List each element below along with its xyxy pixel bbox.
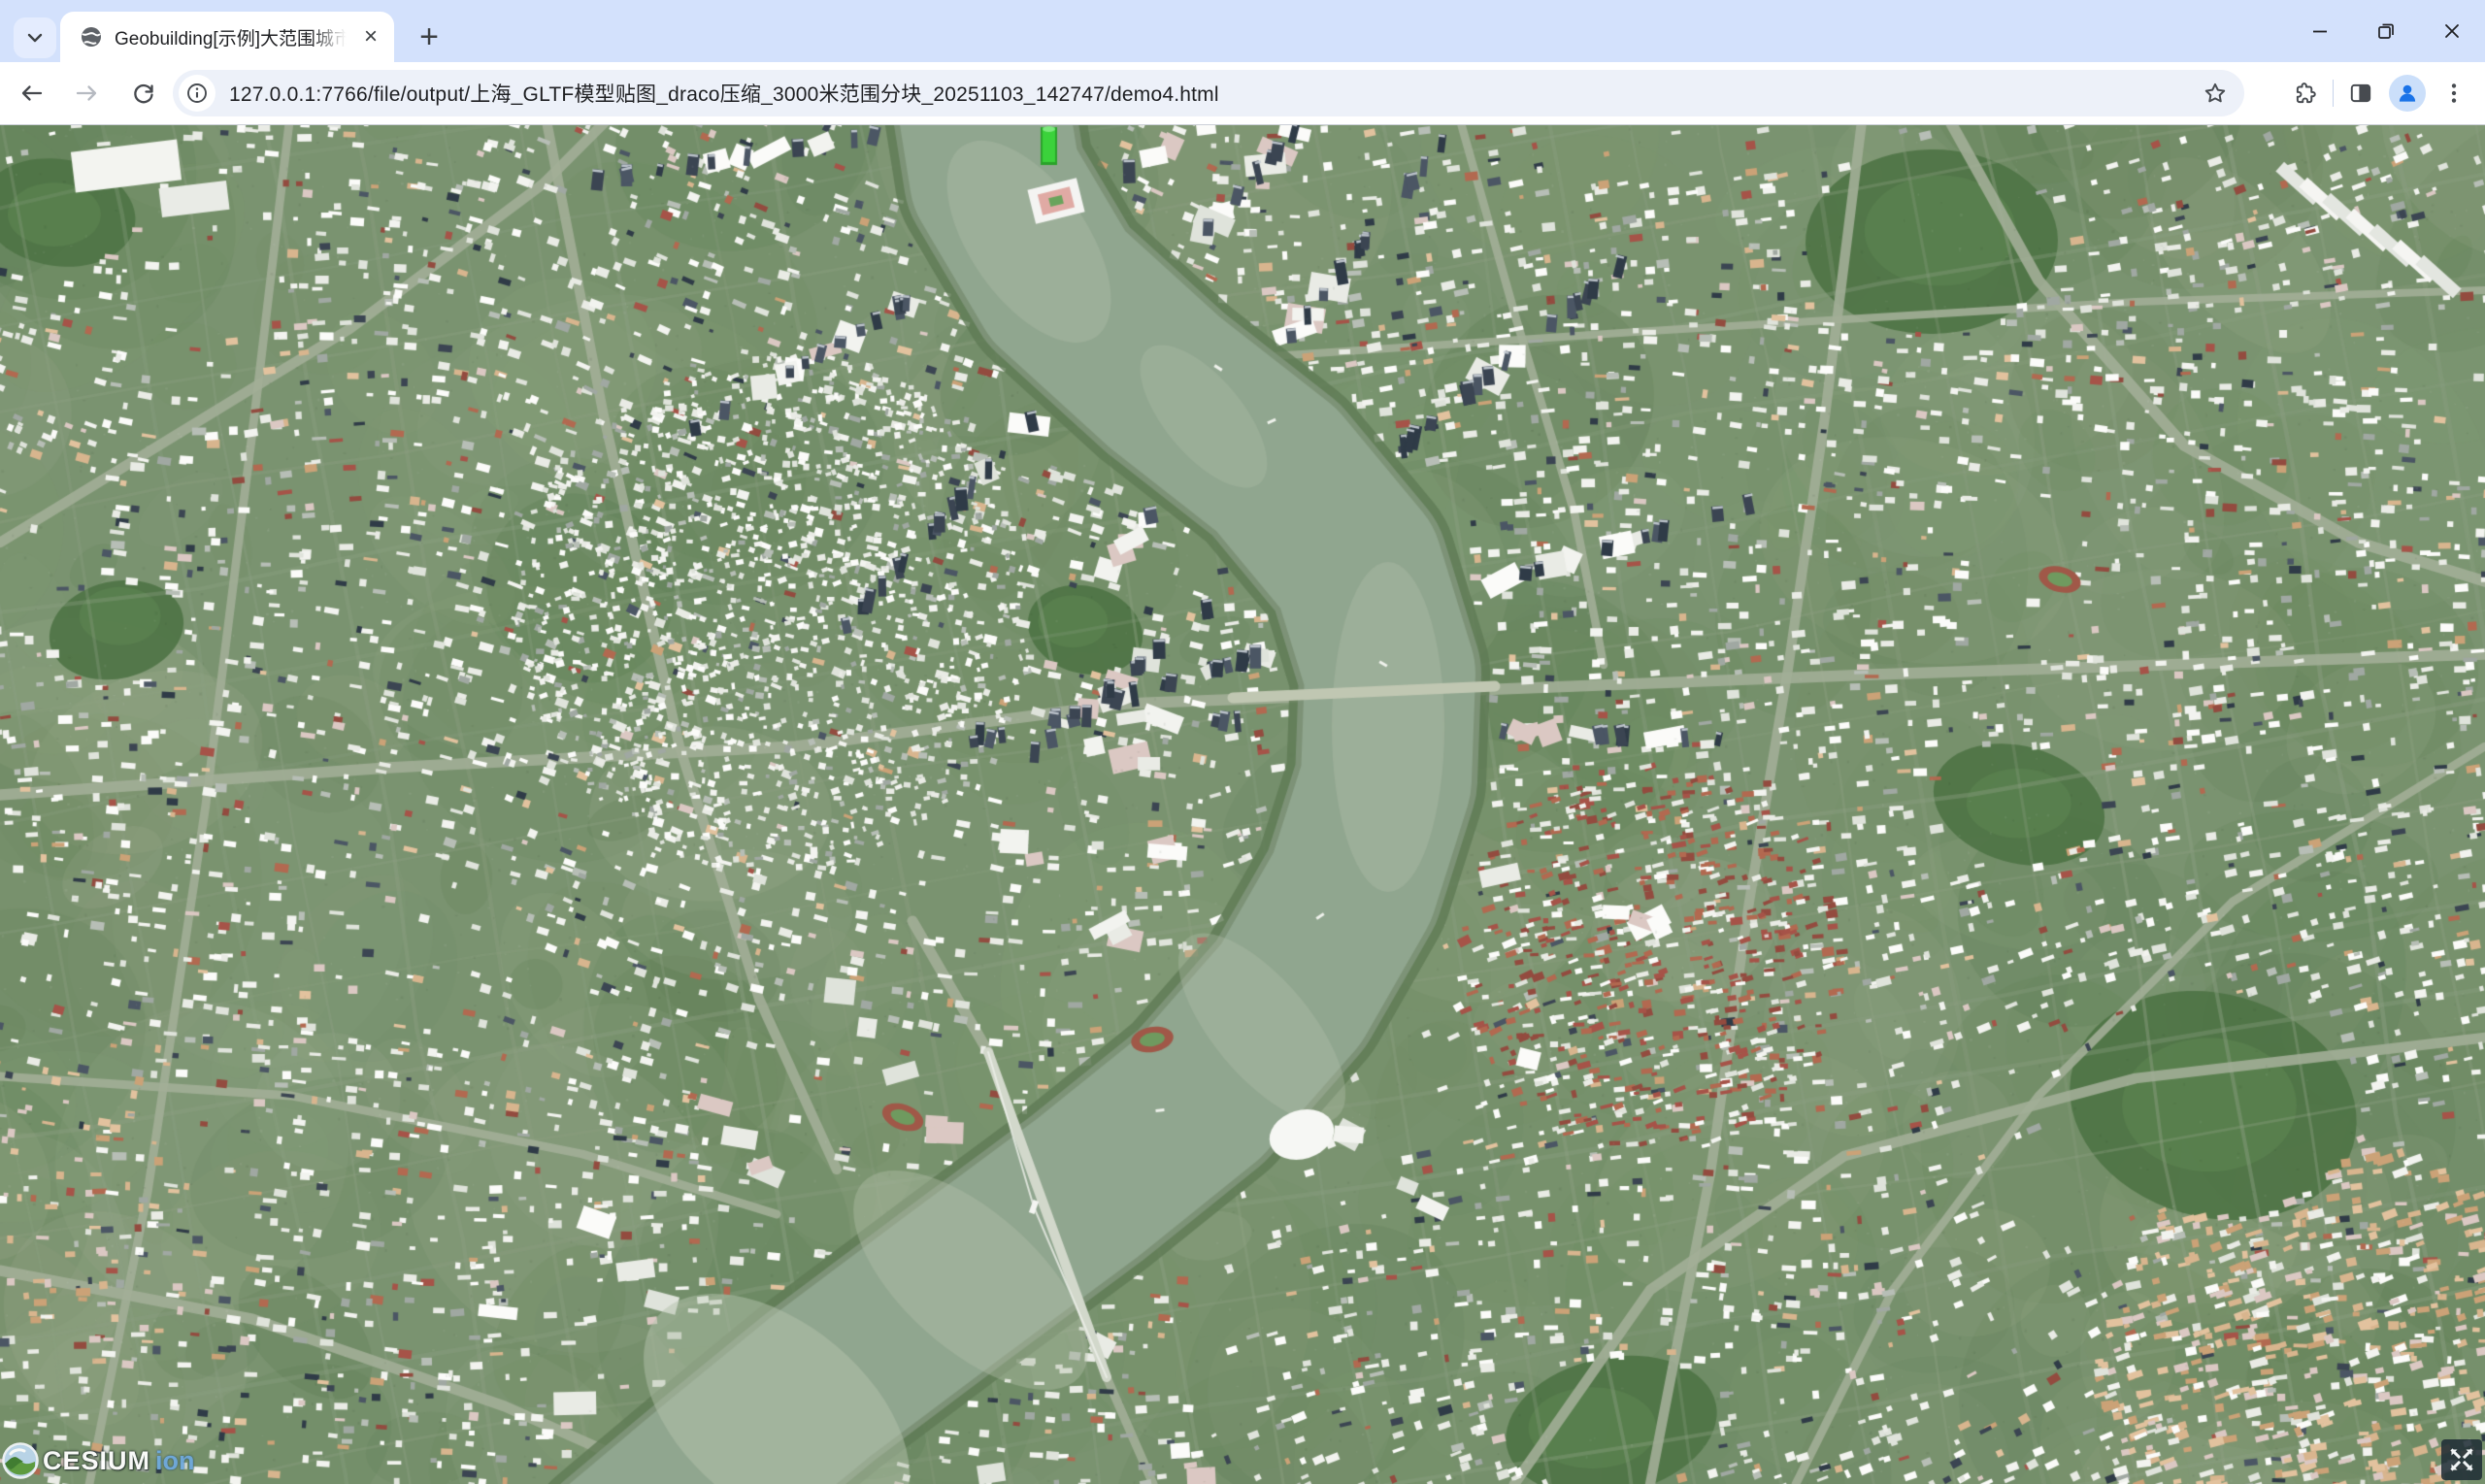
close-window-button[interactable] [2419, 0, 2485, 62]
url-text[interactable]: 127.0.0.1:7766/file/output/上海_GLTF模型贴图_d… [229, 79, 2196, 108]
three-dot-menu-icon [2441, 81, 2467, 106]
restore-icon [2374, 19, 2398, 43]
reload-button[interactable] [118, 68, 169, 118]
chevron-down-icon [23, 26, 47, 49]
person-icon [2395, 81, 2420, 106]
profile-button[interactable] [2384, 70, 2431, 116]
browser-window: Geobuilding[示例]大范围城市模 × + [0, 0, 2485, 1483]
tab-strip: Geobuilding[示例]大范围城市模 × + [0, 0, 2485, 62]
new-tab-button[interactable]: + [408, 16, 450, 58]
toolbar-right [2282, 70, 2477, 116]
cesium-wordmark: CESIUM [43, 1446, 150, 1476]
window-controls [2287, 0, 2485, 62]
bookmark-star-icon [2203, 81, 2228, 106]
fullscreen-button[interactable] [2441, 1439, 2482, 1480]
globe-favicon-icon [80, 25, 103, 49]
fullscreen-expand-icon [2447, 1445, 2476, 1474]
forward-button[interactable] [62, 68, 113, 118]
cesium-ion-logo[interactable]: CESIUM ion [2, 1442, 195, 1479]
cesium-globe-icon [2, 1442, 39, 1479]
tab-close-button[interactable]: × [357, 23, 384, 50]
window-close-icon [2440, 19, 2464, 43]
tab-title: Geobuilding[示例]大范围城市模 [115, 24, 353, 50]
address-bar[interactable]: 127.0.0.1:7766/file/output/上海_GLTF模型贴图_d… [173, 70, 2244, 116]
bookmark-button[interactable] [2196, 74, 2235, 113]
toolbar-separator [2333, 80, 2334, 107]
viewer-content: CESIUM ion [0, 124, 2485, 1483]
forward-icon [74, 80, 101, 107]
map-viewport[interactable] [0, 125, 2485, 1484]
extensions-puzzle-icon [2293, 81, 2318, 106]
minimize-button[interactable] [2287, 0, 2353, 62]
back-button[interactable] [6, 68, 56, 118]
site-info-button[interactable] [179, 75, 215, 112]
tab-search-button[interactable] [14, 17, 56, 58]
restore-button[interactable] [2353, 0, 2419, 62]
ion-wordmark: ion [155, 1446, 195, 1476]
active-tab[interactable]: Geobuilding[示例]大范围城市模 × [60, 12, 394, 62]
info-icon [185, 82, 209, 105]
reload-icon [130, 80, 157, 107]
minimize-icon [2308, 19, 2332, 43]
menu-button[interactable] [2431, 70, 2477, 116]
extensions-button[interactable] [2282, 70, 2329, 116]
side-panel-icon [2348, 81, 2373, 106]
browser-toolbar: 127.0.0.1:7766/file/output/上海_GLTF模型贴图_d… [0, 62, 2485, 124]
profile-avatar [2389, 75, 2426, 112]
back-icon [17, 80, 45, 107]
side-panel-button[interactable] [2337, 70, 2384, 116]
